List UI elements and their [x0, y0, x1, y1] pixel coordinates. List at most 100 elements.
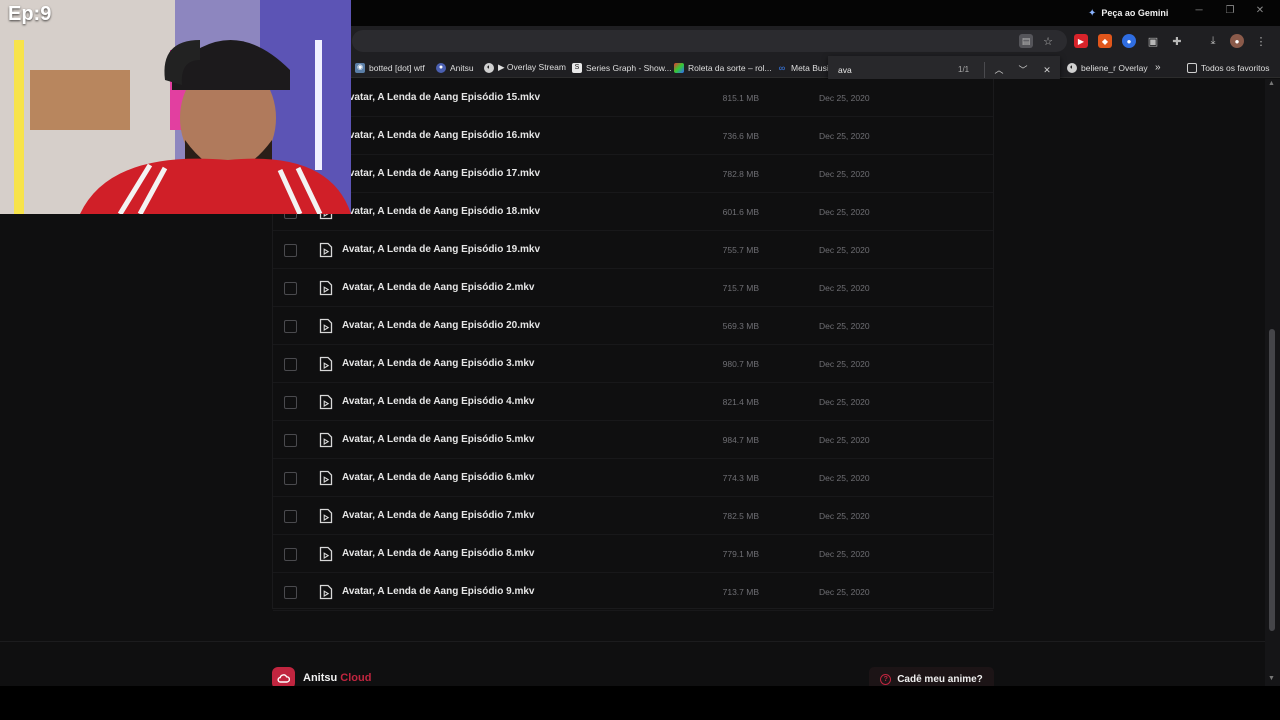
file-row[interactable]: Avatar, A Lenda de Aang Episódio 7.mkv 78…	[273, 497, 993, 535]
bookmark-label: Series Graph - Show...	[586, 62, 672, 73]
file-checkbox[interactable]	[284, 320, 297, 333]
video-file-icon	[319, 280, 333, 296]
bookmark-all-favorites[interactable]: Todos os favoritos	[1187, 61, 1270, 74]
file-row[interactable]: Avatar, A Lenda de Aang Episódio 5.mkv 98…	[273, 421, 993, 459]
file-date: Dec 25, 2020	[819, 131, 870, 141]
file-size: 736.6 MB	[722, 131, 759, 141]
scroll-thumb[interactable]	[1269, 329, 1275, 631]
bookmark-series-graph[interactable]: S Series Graph - Show...	[572, 61, 672, 74]
find-close-icon[interactable]: ✕	[1040, 63, 1054, 77]
bookmark-label: beliene_r Overlay	[1081, 62, 1148, 73]
file-size: 782.8 MB	[722, 169, 759, 179]
cast-extension-icon[interactable]: ▣	[1146, 34, 1160, 48]
file-name[interactable]: Avatar, A Lenda de Aang Episódio 3.mkv	[342, 358, 534, 369]
file-checkbox[interactable]	[284, 586, 297, 599]
logo-main-text: Anitsu	[303, 672, 338, 684]
file-name[interactable]: Avatar, A Lenda de Aang Episódio 16.mkv	[342, 130, 540, 141]
blue-extension-icon[interactable]: ●	[1122, 34, 1136, 48]
globe-icon: ◉	[355, 62, 365, 73]
file-name[interactable]: Avatar, A Lenda de Aang Episódio 2.mkv	[342, 282, 534, 293]
file-row[interactable]: Avatar, A Lenda de Aang Episódio 20.mkv 5…	[273, 307, 993, 345]
file-name[interactable]: Avatar, A Lenda de Aang Episódio 7.mkv	[342, 510, 534, 521]
file-date: Dec 25, 2020	[819, 245, 870, 255]
extensions-puzzle-icon[interactable]: ✚	[1170, 34, 1184, 48]
file-row[interactable]: Avatar, A Lenda de Aang Episódio 17.mkv 7…	[273, 155, 993, 193]
page-action-icon[interactable]: ▤	[1019, 34, 1033, 48]
find-next-icon[interactable]: ﹀	[1016, 63, 1030, 77]
bookmark-botted[interactable]: ◉ botted [dot] wtf	[355, 61, 425, 74]
file-size: 984.7 MB	[722, 435, 759, 445]
find-previous-icon[interactable]: ︿	[992, 63, 1006, 77]
file-size: 821.4 MB	[722, 397, 759, 407]
file-checkbox[interactable]	[284, 548, 297, 561]
file-checkbox[interactable]	[284, 358, 297, 371]
ask-gemini-button[interactable]: ✦ Peça ao Gemini	[1088, 5, 1168, 21]
file-size: 713.7 MB	[722, 587, 759, 597]
maximize-icon[interactable]: ❐	[1222, 5, 1238, 16]
more-bookmarks-chevron-icon[interactable]: »	[1155, 61, 1161, 74]
file-checkbox[interactable]	[284, 434, 297, 447]
file-row[interactable]: Avatar, A Lenda de Aang Episódio 8.mkv 77…	[273, 535, 993, 573]
file-name[interactable]: Avatar, A Lenda de Aang Episódio 18.mkv	[342, 206, 540, 217]
file-checkbox[interactable]	[284, 282, 297, 295]
file-row[interactable]: Avatar, A Lenda de Aang Episódio 18.mkv 6…	[273, 193, 993, 231]
file-row[interactable]: Avatar, A Lenda de Aang Episódio 3.mkv 98…	[273, 345, 993, 383]
file-row[interactable]: Avatar, A Lenda de Aang Episódio 9.mkv 71…	[273, 573, 993, 611]
file-size: 815.1 MB	[722, 93, 759, 103]
address-bar[interactable]	[352, 30, 1067, 52]
bookmark-beliene-overlay[interactable]: ◐ beliene_r Overlay	[1067, 61, 1148, 74]
fox-extension-icon[interactable]: ◆	[1098, 34, 1112, 48]
minimize-icon[interactable]: ─	[1191, 5, 1207, 16]
bookmark-overlay-stream[interactable]: ◐ ▶ Overlay Stream	[484, 61, 566, 74]
file-name[interactable]: Avatar, A Lenda de Aang Episódio 15.mkv	[342, 92, 540, 103]
file-size: 569.3 MB	[722, 321, 759, 331]
profile-avatar[interactable]: ●	[1230, 34, 1244, 48]
file-checkbox[interactable]	[284, 244, 297, 257]
file-name[interactable]: Avatar, A Lenda de Aang Episódio 5.mkv	[342, 434, 534, 445]
bookmark-roleta[interactable]: Roleta da sorte – rol...	[674, 61, 772, 74]
video-file-icon	[319, 318, 333, 334]
file-checkbox[interactable]	[284, 472, 297, 485]
scroll-up-arrow-icon[interactable]: ▲	[1268, 80, 1275, 87]
youtube-extension-icon[interactable]: ▶	[1074, 34, 1088, 48]
video-file-icon	[319, 242, 333, 258]
file-name[interactable]: Avatar, A Lenda de Aang Episódio 20.mkv	[342, 320, 540, 331]
file-name[interactable]: Avatar, A Lenda de Aang Episódio 19.mkv	[342, 244, 540, 255]
folder-icon	[1187, 62, 1197, 73]
file-checkbox[interactable]	[284, 396, 297, 409]
file-row[interactable]: Avatar, A Lenda de Aang Episódio 6.mkv 77…	[273, 459, 993, 497]
browser-menu-icon[interactable]: ⋮	[1254, 34, 1268, 48]
file-size: 715.7 MB	[722, 283, 759, 293]
bookmark-star-icon[interactable]: ☆	[1041, 34, 1055, 48]
github-icon: ◐	[1067, 62, 1077, 73]
bookmark-meta-business[interactable]: ∞ Meta Busin	[777, 61, 834, 74]
file-name[interactable]: Avatar, A Lenda de Aang Episódio 17.mkv	[342, 168, 540, 179]
scroll-down-arrow-icon[interactable]: ▼	[1268, 675, 1275, 682]
file-name[interactable]: Avatar, A Lenda de Aang Episódio 8.mkv	[342, 548, 534, 559]
github-icon: ◐	[484, 62, 494, 73]
bookmark-label: ▶ Overlay Stream	[498, 62, 566, 72]
file-name[interactable]: Avatar, A Lenda de Aang Episódio 9.mkv	[342, 586, 534, 597]
bookmark-anitsu[interactable]: ● Anitsu	[436, 61, 474, 74]
file-date: Dec 25, 2020	[819, 283, 870, 293]
file-checkbox[interactable]	[284, 510, 297, 523]
file-row[interactable]: Avatar, A Lenda de Aang Episódio 19.mkv 7…	[273, 231, 993, 269]
page-scrollbar[interactable]: ▲ ▼	[1265, 79, 1280, 686]
find-divider	[984, 62, 985, 78]
file-size: 980.7 MB	[722, 359, 759, 369]
file-date: Dec 25, 2020	[819, 321, 870, 331]
file-name[interactable]: Avatar, A Lenda de Aang Episódio 4.mkv	[342, 396, 534, 407]
footer-divider	[0, 641, 1265, 642]
file-row[interactable]: Avatar, A Lenda de Aang Episódio 15.mkv 8…	[273, 79, 993, 117]
downloads-icon[interactable]: ⤓	[1206, 34, 1220, 48]
wheel-icon	[674, 62, 684, 73]
file-row[interactable]: Avatar, A Lenda de Aang Episódio 16.mkv 7…	[273, 117, 993, 155]
webcam-overlay: Ep:9	[0, 0, 351, 214]
file-row[interactable]: Avatar, A Lenda de Aang Episódio 2.mkv 71…	[273, 269, 993, 307]
file-name[interactable]: Avatar, A Lenda de Aang Episódio 6.mkv	[342, 472, 534, 483]
file-date: Dec 25, 2020	[819, 587, 870, 597]
file-row[interactable]: Avatar, A Lenda de Aang Episódio 4.mkv 82…	[273, 383, 993, 421]
find-input[interactable]	[838, 64, 938, 76]
close-window-icon[interactable]: ✕	[1252, 5, 1268, 16]
video-file-icon	[319, 356, 333, 372]
